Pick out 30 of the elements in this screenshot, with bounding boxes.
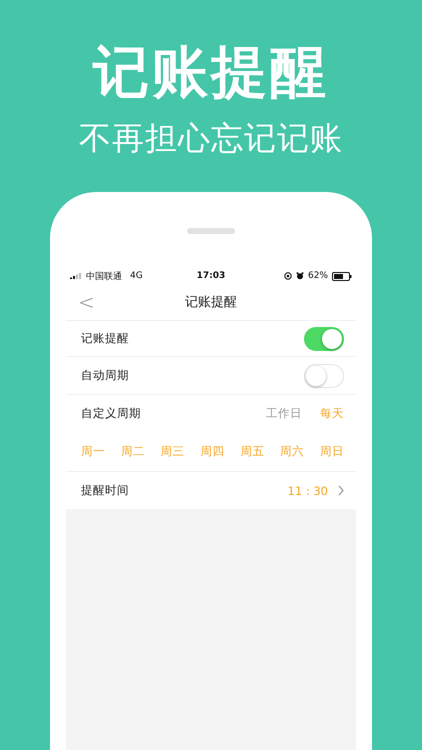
weekday-option[interactable]: 周二: [120, 444, 145, 459]
back-button[interactable]: <: [66, 290, 107, 314]
headline: 记账提醒: [93, 40, 329, 106]
rotation-lock-icon: [284, 272, 292, 280]
weekday-option[interactable]: 周一: [81, 444, 105, 459]
battery-percent: 62%: [308, 271, 328, 281]
weekday-option[interactable]: 周三: [160, 444, 185, 459]
weekday-option[interactable]: 周四: [200, 444, 224, 459]
chevron-right-icon: [338, 485, 344, 496]
toggle-switch[interactable]: [304, 364, 344, 388]
speaker-slot: [187, 228, 235, 234]
time-value[interactable]: 11 : 30: [288, 484, 328, 498]
subheadline: 不再担心忘记记账: [79, 118, 343, 158]
carrier-name: 中国联通: [86, 270, 122, 282]
weekday-option[interactable]: 周六: [280, 444, 304, 459]
weekday-option[interactable]: 周日: [320, 444, 344, 459]
setting-label: 自动周期: [81, 368, 130, 383]
setting-label: 提醒时间: [81, 483, 130, 498]
cycle-option[interactable]: 每天: [320, 406, 344, 421]
setting-label: 自定义周期: [81, 406, 142, 421]
toggle-switch[interactable]: [304, 326, 344, 350]
alarm-icon: [296, 272, 304, 280]
weekday-option[interactable]: 周五: [240, 444, 264, 459]
clock-time: 17:03: [196, 271, 226, 281]
nav-title: 记账提醒: [185, 294, 237, 310]
battery-icon: [332, 272, 352, 280]
signal-icon: [70, 272, 82, 280]
setting-label: 记账提醒: [81, 331, 130, 346]
cycle-option[interactable]: 工作日: [266, 406, 302, 421]
network-type: 4G: [130, 271, 143, 281]
